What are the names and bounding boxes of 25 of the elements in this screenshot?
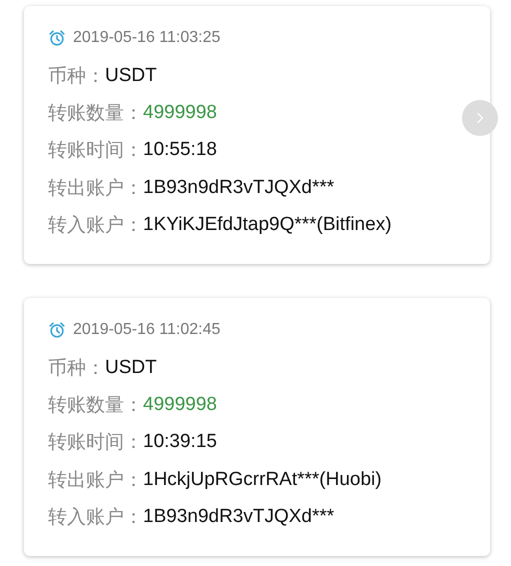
field-label: 转入账户： bbox=[48, 213, 143, 238]
field-label: 币种： bbox=[48, 64, 105, 89]
field-label: 转出账户： bbox=[48, 176, 143, 201]
field-label: 转账数量： bbox=[48, 101, 143, 126]
field-value: 1B93n9dR3vTJQXd*** bbox=[143, 176, 334, 199]
timestamp: 2019-05-16 11:03:25 bbox=[73, 29, 220, 47]
field-value: 10:55:18 bbox=[143, 139, 217, 162]
field-value: 1KYiKJEfdJtap9Q***(Bitfinex) bbox=[143, 214, 392, 236]
field-label: 转账时间： bbox=[48, 138, 143, 164]
alarm-clock-icon bbox=[48, 320, 66, 339]
field-label: 币种： bbox=[48, 356, 105, 381]
field-label: 转出账户： bbox=[48, 468, 143, 493]
field-value: 10:39:15 bbox=[143, 431, 217, 454]
chevron-right-icon bbox=[476, 111, 484, 125]
field-label: 转账时间： bbox=[48, 430, 143, 456]
field-value: 1B93n9dR3vTJQXd*** bbox=[143, 506, 334, 528]
field-label: 转入账户： bbox=[48, 505, 143, 530]
timestamp: 2019-05-16 11:02:45 bbox=[73, 320, 220, 339]
field-value: 1HckjUpRGcrrRAt***(Huobi) bbox=[143, 468, 382, 491]
field-value: 4999998 bbox=[143, 394, 217, 416]
field-value: USDT bbox=[105, 64, 157, 87]
field-label: 转账数量： bbox=[48, 393, 143, 418]
field-value: 4999998 bbox=[143, 102, 217, 124]
alarm-clock-icon bbox=[48, 29, 66, 47]
field-value: USDT bbox=[105, 356, 157, 379]
